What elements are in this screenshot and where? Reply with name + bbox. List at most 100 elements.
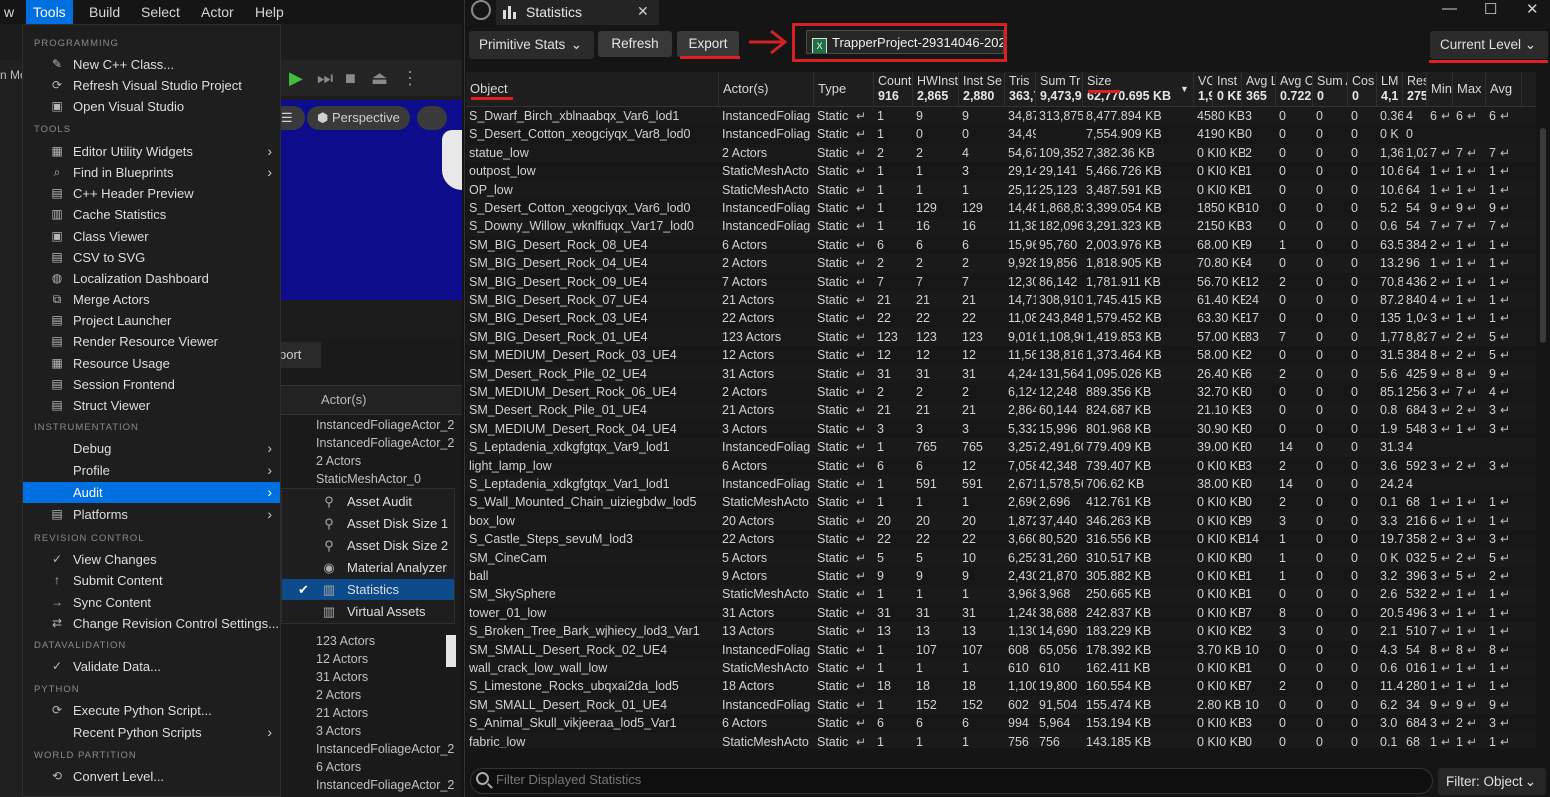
return-arrow-icon[interactable]: ↵ bbox=[1500, 530, 1514, 548]
return-arrow-icon[interactable]: ↵ bbox=[1467, 696, 1481, 714]
menu-item-resource-usage[interactable]: ▦ Resource Usage bbox=[23, 353, 280, 374]
submenu-item-asset-disk-size-1[interactable]: ⚲ Asset Disk Size 1 bbox=[282, 513, 454, 534]
return-arrow-icon[interactable]: ↵ bbox=[1500, 309, 1514, 327]
return-arrow-icon[interactable]: ↵ bbox=[1500, 383, 1514, 401]
column-header-tris[interactable]: Tris363,7 bbox=[1005, 72, 1036, 106]
menu-select[interactable]: Select bbox=[134, 0, 187, 24]
menu-item-csv-to-svg[interactable]: ▤ CSV to SVG bbox=[23, 247, 280, 268]
return-arrow-icon[interactable]: ↵ bbox=[1500, 714, 1514, 732]
menu-item-execute-python-script[interactable]: ⟳ Execute Python Script... bbox=[23, 700, 280, 721]
return-arrow-icon[interactable]: ↵ bbox=[1467, 733, 1481, 748]
return-arrow-icon[interactable]: ↵ bbox=[1441, 604, 1455, 622]
return-arrow-icon[interactable]: ↵ bbox=[1441, 567, 1455, 585]
return-arrow-icon[interactable]: ↵ bbox=[1467, 365, 1481, 383]
return-arrow-icon[interactable]: ↵ bbox=[1467, 273, 1481, 291]
menu-item-session-frontend[interactable]: ▤ Session Frontend bbox=[23, 374, 280, 395]
outliner-export-button[interactable]: port bbox=[279, 342, 321, 368]
return-arrow-icon[interactable]: ↵ bbox=[856, 346, 870, 364]
return-arrow-icon[interactable]: ↵ bbox=[856, 696, 870, 714]
outliner-row[interactable]: InstancedFoliageActor_2 bbox=[316, 436, 462, 450]
table-row[interactable]: SM_SkySphere StaticMeshActo Static ↵ 1 1 1 3,96… bbox=[466, 585, 1536, 604]
table-row[interactable]: S_Wall_Mounted_Chain_uiziegbdw_lod5 Stati… bbox=[466, 493, 1536, 512]
return-arrow-icon[interactable]: ↵ bbox=[1467, 641, 1481, 659]
return-arrow-icon[interactable]: ↵ bbox=[856, 530, 870, 548]
return-arrow-icon[interactable]: ↵ bbox=[1467, 677, 1481, 695]
outliner-row[interactable]: 123 Actors bbox=[316, 634, 462, 648]
return-arrow-icon[interactable]: ↵ bbox=[1500, 512, 1514, 530]
return-arrow-icon[interactable]: ↵ bbox=[1500, 254, 1514, 272]
table-row[interactable]: SM_BIG_Desert_Rock_01_UE4 123 Actors Stati… bbox=[466, 327, 1536, 347]
return-arrow-icon[interactable]: ↵ bbox=[1467, 181, 1481, 199]
column-header-max[interactable]: Max bbox=[1453, 72, 1486, 106]
menu-item-view-changes[interactable]: ✓ View Changes bbox=[23, 549, 280, 570]
return-arrow-icon[interactable]: ↵ bbox=[1467, 328, 1481, 346]
table-row[interactable]: ball 9 Actors Static ↵ 9 9 9 2,430 21,870 305.882… bbox=[466, 567, 1536, 586]
table-row[interactable]: SM_CineCam 5 Actors Static ↵ 5 5 10 6,252 31,260… bbox=[466, 548, 1536, 567]
return-arrow-icon[interactable]: ↵ bbox=[1467, 659, 1481, 677]
return-arrow-icon[interactable]: ↵ bbox=[1441, 549, 1455, 567]
return-arrow-icon[interactable]: ↵ bbox=[1467, 236, 1481, 254]
return-arrow-icon[interactable]: ↵ bbox=[1500, 420, 1514, 438]
column-header-sum-tr[interactable]: Sum Tr 9,473,9 bbox=[1036, 72, 1083, 106]
table-row[interactable]: light_lamp_low 6 Actors Static ↵ 6 6 12 7,058 42… bbox=[466, 456, 1536, 475]
return-arrow-icon[interactable]: ↵ bbox=[1441, 714, 1455, 732]
menu-item-c-header-preview[interactable]: ▤ C++ Header Preview bbox=[23, 183, 280, 204]
return-arrow-icon[interactable]: ↵ bbox=[1467, 309, 1481, 327]
return-arrow-icon[interactable]: ↵ bbox=[1441, 383, 1455, 401]
return-arrow-icon[interactable]: ↵ bbox=[856, 622, 870, 640]
return-arrow-icon[interactable]: ↵ bbox=[1441, 641, 1455, 659]
return-arrow-icon[interactable]: ↵ bbox=[1441, 585, 1455, 603]
return-arrow-icon[interactable]: ↵ bbox=[1441, 199, 1455, 217]
column-header-cos[interactable]: Cos 0 bbox=[1348, 72, 1377, 106]
return-arrow-icon[interactable]: ↵ bbox=[1467, 254, 1481, 272]
return-arrow-icon[interactable]: ↵ bbox=[1467, 346, 1481, 364]
return-arrow-icon[interactable]: ↵ bbox=[1500, 273, 1514, 291]
return-arrow-icon[interactable]: ↵ bbox=[1441, 512, 1455, 530]
return-arrow-icon[interactable]: ↵ bbox=[856, 733, 870, 748]
return-arrow-icon[interactable]: ↵ bbox=[856, 254, 870, 272]
outliner-row[interactable]: 21 Actors bbox=[316, 706, 462, 720]
perspective-button[interactable]: ⬢ Perspective bbox=[307, 106, 410, 130]
table-row[interactable]: outpost_low StaticMeshActo Static ↵ 1 1 3 29,14… bbox=[466, 162, 1536, 181]
column-header-type[interactable]: Type bbox=[814, 72, 874, 106]
return-arrow-icon[interactable]: ↵ bbox=[856, 585, 870, 603]
return-arrow-icon[interactable]: ↵ bbox=[856, 144, 870, 162]
table-row[interactable]: statue_low 2 Actors Static ↵ 2 2 4 54,67 109,352… bbox=[466, 143, 1536, 163]
table-row[interactable]: SM_MEDIUM_Desert_Rock_06_UE4 2 Actors Stat… bbox=[466, 383, 1536, 402]
return-arrow-icon[interactable]: ↵ bbox=[1500, 181, 1514, 199]
return-arrow-icon[interactable]: ↵ bbox=[856, 475, 870, 493]
table-row[interactable]: S_Limestone_Rocks_ubqxai2da_lod5 18 Actor… bbox=[466, 677, 1536, 696]
return-arrow-icon[interactable]: ↵ bbox=[1467, 162, 1481, 180]
return-arrow-icon[interactable]: ↵ bbox=[856, 401, 870, 419]
return-arrow-icon[interactable]: ↵ bbox=[856, 493, 870, 511]
return-arrow-icon[interactable]: ↵ bbox=[856, 107, 870, 125]
return-arrow-icon[interactable]: ↵ bbox=[1500, 696, 1514, 714]
return-arrow-icon[interactable]: ↵ bbox=[1500, 401, 1514, 419]
menu-item-convert-level[interactable]: ⟲ Convert Level... bbox=[23, 766, 280, 787]
stop-icon[interactable]: ■ bbox=[345, 68, 356, 89]
return-arrow-icon[interactable]: ↵ bbox=[1500, 346, 1514, 364]
column-header-hwinst[interactable]: HWInst 2,865 bbox=[913, 72, 959, 106]
refresh-button[interactable]: Refresh bbox=[598, 31, 672, 57]
outliner-row[interactable]: 31 Actors bbox=[316, 670, 462, 684]
return-arrow-icon[interactable]: ↵ bbox=[1467, 199, 1481, 217]
menu-item-find-in-blueprints[interactable]: ⌕ Find in Blueprints › bbox=[23, 162, 280, 183]
return-arrow-icon[interactable]: ↵ bbox=[1467, 383, 1481, 401]
return-arrow-icon[interactable]: ↵ bbox=[1500, 549, 1514, 567]
return-arrow-icon[interactable]: ↵ bbox=[1500, 585, 1514, 603]
menu-w[interactable]: w bbox=[0, 0, 21, 24]
return-arrow-icon[interactable]: ↵ bbox=[1441, 365, 1455, 383]
return-arrow-icon[interactable]: ↵ bbox=[856, 512, 870, 530]
column-header-avg[interactable]: Avg bbox=[1486, 72, 1522, 106]
table-row[interactable]: SM_BIG_Desert_Rock_07_UE4 21 Actors Static… bbox=[466, 291, 1536, 310]
menu-item-platforms[interactable]: ▤ Platforms › bbox=[23, 504, 280, 525]
return-arrow-icon[interactable]: ↵ bbox=[1467, 107, 1481, 125]
return-arrow-icon[interactable]: ↵ bbox=[856, 659, 870, 677]
table-row[interactable]: SM_SMALL_Desert_Rock_01_UE4 InstancedFoli… bbox=[466, 695, 1536, 715]
return-arrow-icon[interactable]: ↵ bbox=[1500, 604, 1514, 622]
submenu-item-virtual-assets[interactable]: ▥ Virtual Assets bbox=[282, 601, 454, 622]
table-scrollbar[interactable] bbox=[1540, 128, 1546, 343]
filter-type-dropdown[interactable]: Filter: Object ⌄ bbox=[1438, 768, 1546, 795]
menu-item-sync-content[interactable]: → Sync Content bbox=[23, 592, 280, 613]
table-row[interactable]: S_Desert_Cotton_xeogciyqx_Var6_lod0 Insta… bbox=[466, 199, 1536, 218]
